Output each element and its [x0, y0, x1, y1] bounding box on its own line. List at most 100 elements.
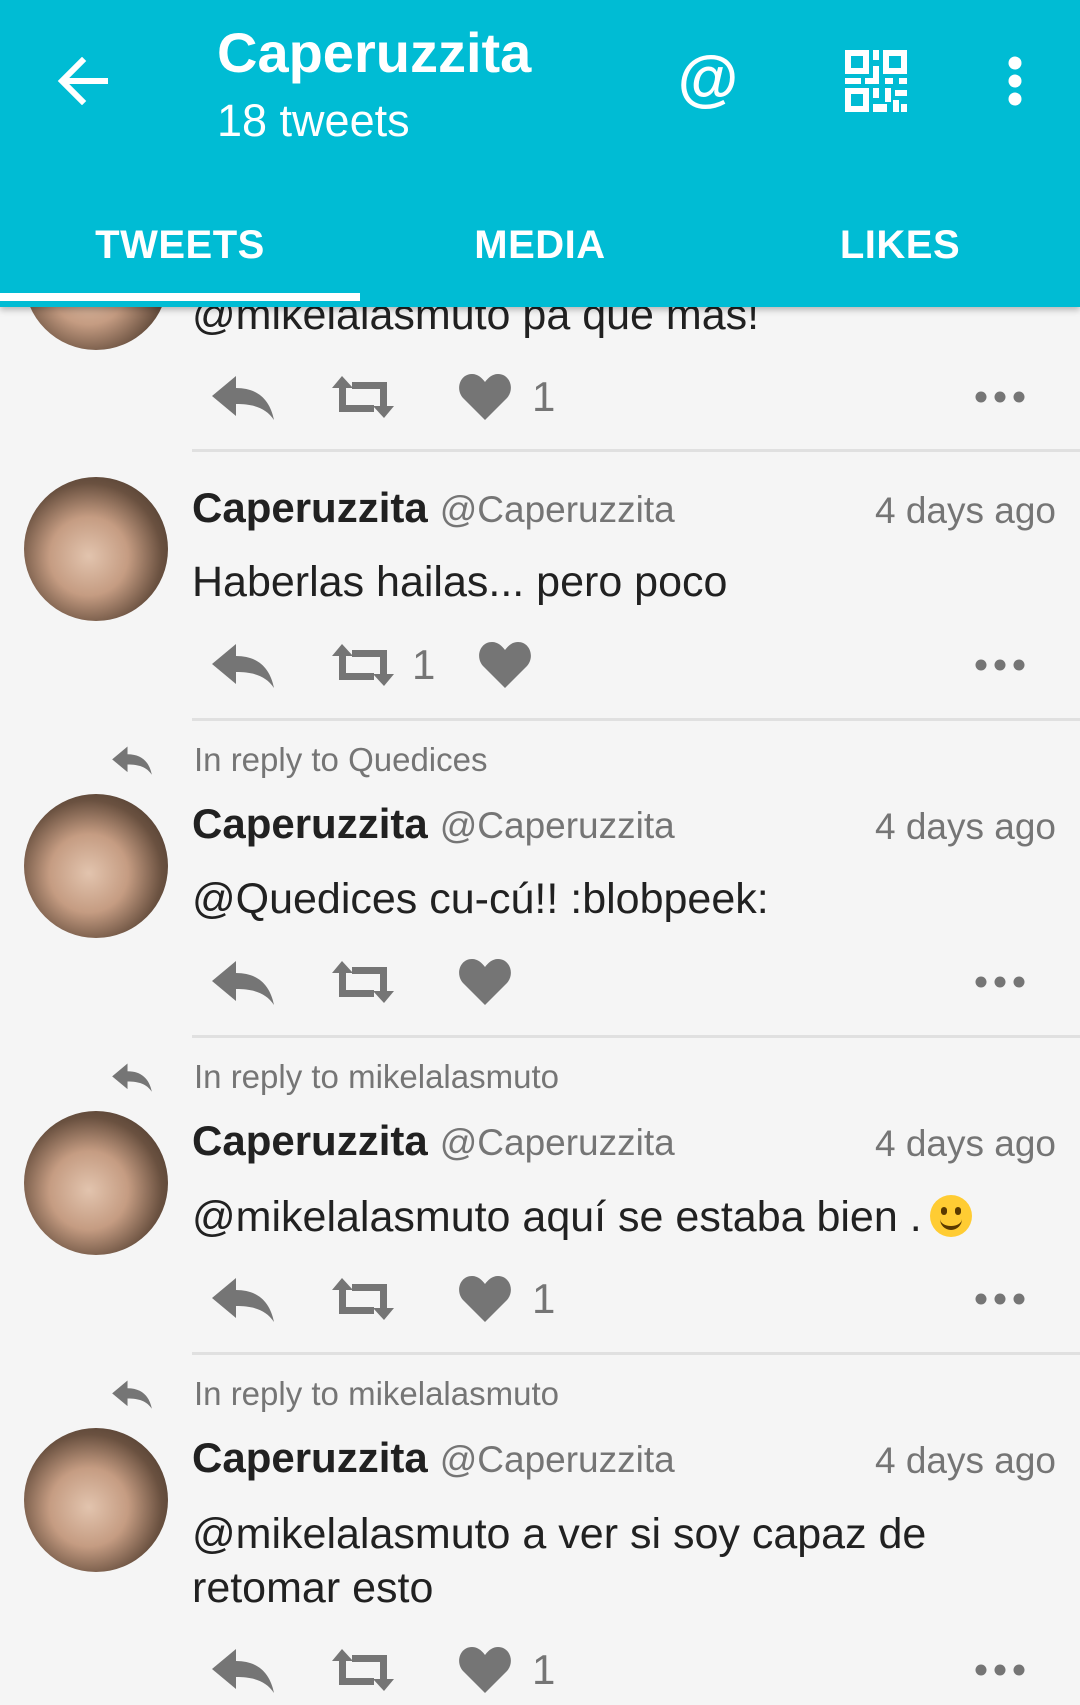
tweet-actions: 1: [210, 1635, 1040, 1705]
heart-icon: [459, 959, 511, 1005]
mention-button[interactable]: @: [670, 40, 746, 116]
retweet-button[interactable]: [330, 1635, 412, 1705]
author-handle: @Caperuzzita: [439, 489, 675, 530]
reply-icon: [212, 644, 274, 688]
retweet-count: 1: [412, 641, 436, 688]
more-horizontal-icon: [975, 1293, 1025, 1305]
reply-button[interactable]: [210, 947, 276, 1017]
divider: [192, 1352, 1080, 1355]
reply-icon: [212, 1649, 274, 1693]
tweet-time: 4 days ago: [874, 1123, 1056, 1164]
reply-to-label: In reply to mikelalasmuto: [194, 1058, 559, 1095]
divider: [192, 449, 1080, 452]
author-name: Caperuzzita: [192, 1117, 428, 1164]
tweet-time: 4 days ago: [874, 1440, 1056, 1481]
slightly-smiling-face-icon: [929, 1195, 972, 1237]
heart-icon: [459, 374, 511, 420]
like-count: 1: [532, 1646, 556, 1693]
tweet-text: Haberlas hailas... pero poco: [192, 558, 728, 606]
tweet-overflow-button[interactable]: [975, 1264, 1025, 1334]
like-count: 1: [532, 1275, 556, 1322]
reply-to-label: In reply to Quedices: [194, 741, 488, 778]
more-horizontal-icon: [975, 976, 1025, 988]
avatar[interactable]: [24, 1111, 168, 1255]
reply-icon: [112, 1063, 152, 1092]
back-button[interactable]: [48, 45, 120, 117]
more-vertical-icon: [1008, 56, 1022, 106]
author-name: Caperuzzita: [192, 1434, 428, 1481]
reply-button[interactable]: [210, 1264, 276, 1334]
reply-context[interactable]: In reply to mikelalasmuto: [110, 1372, 559, 1416]
qr-code-icon: [845, 50, 907, 112]
tweet-overflow-button[interactable]: [975, 630, 1025, 700]
reply-icon: [212, 961, 274, 1005]
tab-bar: TWEETS MEDIA LIKES: [0, 190, 1080, 300]
app-bar: Caperuzzita 18 tweets @ TWEETS MEDIA LIK…: [0, 0, 1080, 307]
author-handle: @Caperuzzita: [439, 1122, 675, 1163]
retweet-button[interactable]: [330, 947, 412, 1017]
like-count: 1: [532, 373, 556, 420]
heart-icon: [459, 1647, 511, 1693]
tweet-text-container: @mikelalasmuto aquí se estaba bien .: [192, 1190, 1032, 1244]
tweet-overflow-button[interactable]: [975, 362, 1025, 432]
tweet-actions: 1: [210, 362, 1040, 432]
heart-icon: [459, 1276, 511, 1322]
reply-button[interactable]: [210, 1635, 276, 1705]
reply-icon: [112, 746, 152, 775]
avatar[interactable]: [24, 477, 168, 621]
avatar[interactable]: [24, 1428, 168, 1572]
tweet-author[interactable]: Caperuzzita @Caperuzzita: [192, 1434, 675, 1482]
more-horizontal-icon: [975, 659, 1025, 671]
at-icon: @: [677, 43, 739, 113]
page-title: Caperuzzita: [217, 21, 532, 84]
tweet-author[interactable]: Caperuzzita @Caperuzzita: [192, 1117, 675, 1165]
tweet-time: 4 days ago: [874, 490, 1056, 531]
retweet-icon: [332, 644, 394, 686]
more-horizontal-icon: [975, 1664, 1025, 1676]
like-button[interactable]: 1: [458, 362, 555, 432]
tweet-author[interactable]: Caperuzzita @Caperuzzita: [192, 800, 675, 848]
retweet-button[interactable]: [330, 362, 412, 432]
like-button[interactable]: 1: [458, 1264, 555, 1334]
tweet-overflow-button[interactable]: [975, 1635, 1025, 1705]
tab-likes[interactable]: LIKES: [720, 190, 1080, 300]
retweet-icon: [332, 1278, 394, 1320]
reply-icon: [212, 1278, 274, 1322]
tweet-text: @mikelalasmuto aquí se estaba bien .: [192, 1193, 922, 1241]
divider: [192, 1035, 1080, 1038]
reply-context[interactable]: In reply to Quedices: [110, 738, 488, 782]
avatar[interactable]: [24, 794, 168, 938]
tweet-count: 18 tweets: [217, 95, 410, 146]
tweet-overflow-button[interactable]: [975, 947, 1025, 1017]
retweet-button[interactable]: [330, 1264, 412, 1334]
author-name: Caperuzzita: [192, 484, 428, 531]
author-handle: @Caperuzzita: [439, 805, 675, 846]
tweet-actions: [210, 947, 1040, 1017]
retweet-icon: [332, 961, 394, 1003]
like-button[interactable]: 1: [458, 1635, 555, 1705]
retweet-button[interactable]: 1: [330, 630, 435, 700]
tweet-text: @mikelalasmuto a ver si soy capaz de ret…: [192, 1510, 927, 1612]
tweet-actions: 1: [210, 630, 1040, 700]
reply-context[interactable]: In reply to mikelalasmuto: [110, 1055, 559, 1099]
reply-button[interactable]: [210, 630, 276, 700]
tab-media[interactable]: MEDIA: [360, 190, 720, 300]
reply-icon: [212, 376, 274, 420]
author-name: Caperuzzita: [192, 800, 428, 847]
retweet-icon: [332, 1649, 394, 1691]
reply-to-label: In reply to mikelalasmuto: [194, 1375, 559, 1412]
tweet-actions: 1: [210, 1264, 1040, 1334]
reply-icon: [112, 1380, 152, 1409]
arrow-left-icon: [57, 57, 108, 105]
author-handle: @Caperuzzita: [439, 1439, 675, 1480]
like-button[interactable]: [478, 630, 552, 700]
heart-icon: [479, 642, 531, 688]
tweet-author[interactable]: Caperuzzita @Caperuzzita: [192, 484, 675, 532]
qr-code-button[interactable]: [840, 45, 912, 117]
tweet-text: @Quedices cu-cú!! :blobpeek:: [192, 875, 769, 923]
reply-button[interactable]: [210, 362, 276, 432]
overflow-menu-button[interactable]: [990, 45, 1040, 117]
tab-tweets[interactable]: TWEETS: [0, 190, 360, 300]
like-button[interactable]: [458, 947, 532, 1017]
tweet-time: 4 days ago: [874, 806, 1056, 847]
